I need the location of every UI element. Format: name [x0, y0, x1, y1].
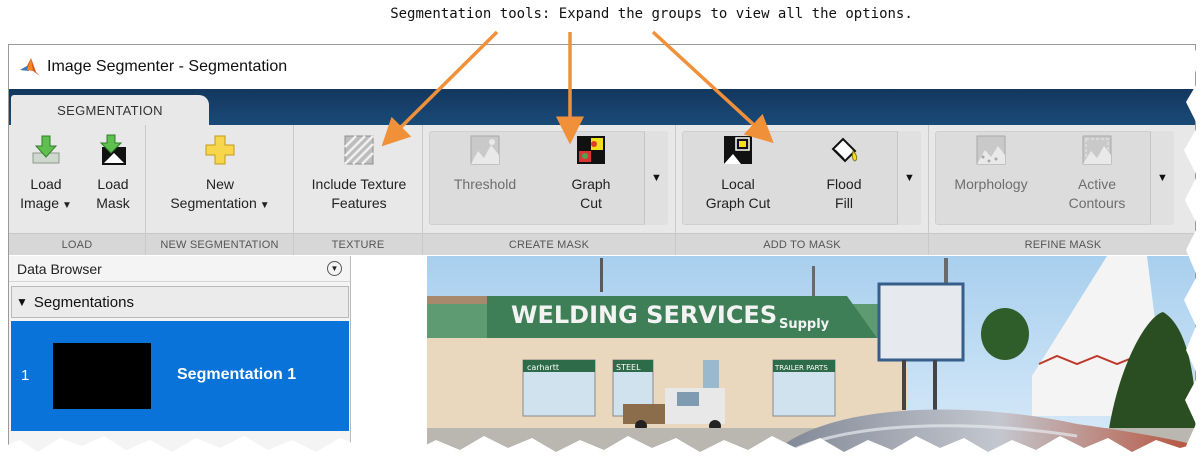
graph-cut-label-2: Cut [580, 195, 602, 211]
toolstrip: Load Image ▼ Load Mask LOAD New Segmenta… [9, 125, 1195, 255]
chevron-down-icon: ▼ [904, 172, 915, 184]
graph-cut-icon [577, 136, 605, 164]
add-to-mask-expand-button[interactable]: ▼ [897, 131, 921, 225]
new-segmentation-label-2: Segmentation [170, 195, 257, 211]
chevron-down-icon: ▼ [330, 264, 339, 273]
flood-fill-button[interactable]: Flood Fill [794, 133, 894, 213]
data-browser-panel: Data Browser ▼ ▼ Segmentations 1 Segment… [9, 256, 351, 473]
add-plus-icon [205, 135, 235, 165]
new-segmentation-button[interactable]: New Segmentation ▼ [150, 133, 290, 215]
flood-fill-label-1: Flood [826, 176, 862, 192]
group-add-to-mask: ▼ Local Graph Cut Flood Fill ADD TO MASK [676, 125, 929, 255]
app-window: Image Segmenter - Segmentation SEGMENTAT… [8, 44, 1196, 473]
local-graph-cut-label-1: Local [721, 176, 755, 192]
expand-triangle-icon: ▼ [16, 295, 28, 309]
load-image-label-1: Load [30, 176, 62, 192]
data-browser-title: Data Browser [17, 260, 102, 277]
tab-segmentation[interactable]: SEGMENTATION [11, 95, 209, 126]
segmentation-index: 1 [21, 367, 30, 384]
segmentation-list-item[interactable]: 1 Segmentation 1 [11, 321, 349, 431]
store-label-carhartt: carhartt [527, 363, 559, 372]
chevron-down-icon: ▼ [651, 172, 662, 184]
chevron-down-icon: ▼ [259, 200, 270, 211]
create-mask-expand-button[interactable]: ▼ [644, 131, 668, 225]
group-label-create-mask: CREATE MASK [423, 233, 675, 255]
data-browser-header: Data Browser ▼ [9, 256, 350, 282]
group-label-add-to-mask: ADD TO MASK [676, 233, 928, 255]
group-texture: Include Texture Features TEXTURE [294, 125, 423, 255]
threshold-icon [470, 135, 500, 165]
group-load: Load Image ▼ Load Mask LOAD [9, 125, 146, 255]
tab-strip: SEGMENTATION [9, 89, 1195, 126]
texture-icon [344, 135, 374, 165]
morphology-icon [976, 135, 1006, 165]
segmentations-section-label: Segmentations [33, 293, 134, 311]
callout-text: Segmentation tools: Expand the groups to… [390, 6, 913, 22]
collapse-panel-button[interactable]: ▼ [327, 261, 342, 276]
paint-bucket-icon [831, 137, 858, 163]
flood-fill-label-2: Fill [835, 195, 853, 211]
texture-label-2: Features [331, 195, 387, 211]
title-bar: Image Segmenter - Segmentation [9, 45, 1195, 89]
group-new-segmentation: New Segmentation ▼ NEW SEGMENTATION [146, 125, 294, 255]
window-title: Image Segmenter - Segmentation [47, 58, 288, 75]
new-segmentation-label-1: New [205, 176, 234, 192]
group-label-load: LOAD [9, 233, 145, 255]
active-contours-button[interactable]: Active Contours [1047, 133, 1147, 213]
segmentation-image: WELDING SERVICES Supply carhartt STEEL T… [427, 256, 1195, 473]
segmentation-name: Segmentation 1 [177, 366, 297, 383]
threshold-button[interactable]: Threshold [435, 133, 535, 194]
segmentations-section-header[interactable]: ▼ Segmentations [11, 286, 349, 318]
chevron-down-icon: ▼ [62, 200, 72, 211]
load-image-label-2: Image [20, 195, 59, 211]
matlab-logo-icon [20, 58, 40, 76]
include-texture-features-button[interactable]: Include Texture Features [296, 133, 422, 213]
load-mask-button[interactable]: Load Mask [83, 133, 143, 213]
active-contours-icon [1082, 135, 1112, 165]
active-contours-label-1: Active [1077, 176, 1117, 192]
group-label-refine-mask: REFINE MASK [929, 233, 1195, 255]
local-graph-cut-label-2: Graph Cut [705, 195, 771, 211]
local-graph-cut-button[interactable]: Local Graph Cut [688, 133, 788, 213]
store-label-trailer-parts: TRAILER PARTS [774, 364, 828, 372]
sign-supply: Supply [779, 317, 830, 332]
load-mask-icon [99, 134, 126, 165]
load-image-icon [32, 135, 60, 164]
load-image-button[interactable]: Load Image ▼ [13, 133, 79, 215]
image-viewer[interactable]: WELDING SERVICES Supply carhartt STEEL T… [351, 256, 1195, 473]
sign-welding-services: WELDING SERVICES [511, 301, 777, 329]
graph-cut-button[interactable]: Graph Cut [541, 133, 641, 213]
group-label-new-segmentation: NEW SEGMENTATION [146, 233, 293, 255]
texture-label-1: Include Texture [311, 176, 407, 192]
graph-cut-label-1: Graph [571, 176, 611, 192]
local-graph-cut-icon [724, 136, 752, 164]
load-mask-label-1: Load [97, 176, 129, 192]
load-mask-label-2: Mask [96, 195, 130, 211]
group-refine-mask: ▼ Morphology Active Contours REFINE MASK [929, 125, 1195, 255]
morphology-label: Morphology [954, 176, 1028, 192]
group-label-texture: TEXTURE [294, 233, 422, 255]
group-create-mask: ▼ Threshold Graph Cut CREATE MASK [423, 125, 676, 255]
morphology-button[interactable]: Morphology [941, 133, 1041, 194]
chevron-down-icon: ▼ [1157, 172, 1168, 184]
store-label-steel: STEEL [616, 363, 641, 372]
refine-mask-expand-button[interactable]: ▼ [1150, 131, 1174, 225]
segmentation-thumbnail [53, 343, 151, 409]
threshold-label: Threshold [453, 176, 517, 192]
active-contours-label-2: Contours [1068, 195, 1126, 211]
